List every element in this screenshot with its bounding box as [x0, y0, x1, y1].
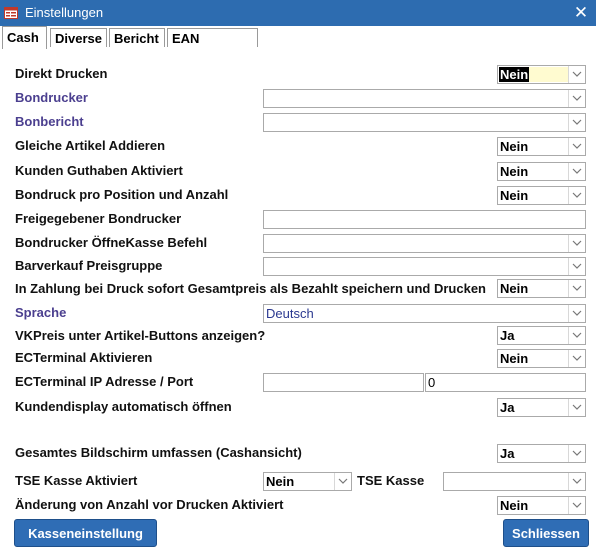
zahlung-value: Nein	[500, 281, 529, 296]
kundendisplay-label: Kundendisplay automatisch öffnen	[15, 399, 232, 414]
kundendisplay-value: Ja	[500, 400, 515, 415]
oeffne-kasse-combo[interactable]	[263, 234, 586, 253]
anzahl-label: Änderung von Anzahl vor Drucken Aktivier…	[15, 497, 284, 512]
oeffne-kasse-label: Bondrucker ÖffneKasse Befehl	[15, 235, 208, 250]
chevron-down-icon[interactable]	[568, 187, 585, 204]
bildschirm-combo[interactable]: Ja	[497, 444, 586, 463]
tse-label: TSE Kasse Aktiviert	[15, 473, 138, 488]
chevron-down-icon[interactable]	[568, 350, 585, 367]
chevron-down-icon[interactable]	[568, 138, 585, 155]
bildschirm-value: Ja	[500, 446, 515, 461]
bildschirm-label: Gesamtes Bildschirm umfassen (Cashansich…	[15, 445, 302, 460]
sprache-label[interactable]: Sprache	[15, 305, 66, 320]
close-icon[interactable]: ✕	[566, 0, 596, 26]
cash-panel: Direkt Drucken Nein Bondrucker Bonberich…	[0, 48, 596, 553]
bondrucker-combo[interactable]	[263, 89, 586, 108]
tse-kasse-combo[interactable]	[443, 472, 586, 491]
app-form-icon	[4, 6, 18, 19]
gleiche-artikel-value: Nein	[500, 139, 529, 154]
zahlung-combo[interactable]: Nein	[497, 279, 586, 298]
kundendisplay-combo[interactable]: Ja	[497, 398, 586, 417]
chevron-down-icon[interactable]	[568, 305, 585, 322]
tab-bericht[interactable]: Bericht	[109, 28, 165, 47]
vkpreis-combo[interactable]: Ja	[497, 326, 586, 345]
kunden-guthaben-combo[interactable]: Nein	[497, 162, 586, 181]
tse-value: Nein	[266, 474, 295, 489]
gleiche-artikel-label: Gleiche Artikel Addieren	[15, 138, 166, 153]
anzahl-combo[interactable]: Nein	[497, 496, 586, 515]
ecterminal-value: Nein	[500, 351, 529, 366]
chevron-down-icon[interactable]	[334, 473, 351, 490]
zahlung-label: In Zahlung bei Druck sofort Gesamtpreis …	[15, 281, 486, 296]
sprache-combo[interactable]: Deutsch	[263, 304, 586, 323]
tse-combo[interactable]: Nein	[263, 472, 352, 491]
chevron-down-icon[interactable]	[568, 473, 585, 490]
chevron-down-icon[interactable]	[568, 445, 585, 462]
bondruck-pos-combo[interactable]: Nein	[497, 186, 586, 205]
kasseneinstellung-button[interactable]: Kasseneinstellung	[14, 519, 157, 547]
bondruck-pos-value: Nein	[500, 188, 529, 203]
vkpreis-value: Ja	[500, 328, 515, 343]
vkpreis-label: VKPreis unter Artikel-Buttons anzeigen?	[15, 328, 266, 343]
freigegebener-label: Freigegebener Bondrucker	[15, 211, 182, 226]
chevron-down-icon[interactable]	[568, 66, 585, 83]
sprache-value: Deutsch	[266, 306, 314, 321]
kunden-guthaben-label: Kunden Guthaben Aktiviert	[15, 163, 183, 178]
chevron-down-icon[interactable]	[568, 327, 585, 344]
anzahl-value: Nein	[500, 498, 529, 513]
direkt-drucken-label: Direkt Drucken	[15, 66, 108, 81]
settings-window: Einstellungen ✕ Cash Diverse Bericht EAN…	[0, 0, 596, 553]
bonbericht-combo[interactable]	[263, 113, 586, 132]
direkt-drucken-value: Nein	[499, 67, 530, 82]
chevron-down-icon[interactable]	[568, 399, 585, 416]
chevron-down-icon[interactable]	[568, 258, 585, 275]
chevron-down-icon[interactable]	[568, 163, 585, 180]
tab-strip: Cash Diverse Bericht EAN Formate	[0, 26, 596, 65]
freigegebener-input[interactable]	[263, 210, 586, 229]
ec-ip-input[interactable]	[263, 373, 424, 392]
kunden-guthaben-value: Nein	[500, 164, 529, 179]
schliessen-button[interactable]: Schliessen	[503, 519, 589, 547]
barverkauf-label: Barverkauf Preisgruppe	[15, 258, 163, 273]
bondruck-pos-label: Bondruck pro Position und Anzahl	[15, 187, 229, 202]
chevron-down-icon[interactable]	[568, 90, 585, 107]
ec-port-input[interactable]: 0	[425, 373, 586, 392]
tab-cash[interactable]: Cash	[2, 26, 47, 49]
direkt-drucken-combo[interactable]: Nein	[497, 65, 586, 84]
bonbericht-label[interactable]: Bonbericht	[15, 114, 84, 129]
barverkauf-combo[interactable]	[263, 257, 586, 276]
chevron-down-icon[interactable]	[568, 280, 585, 297]
chevron-down-icon[interactable]	[568, 235, 585, 252]
tab-diverse[interactable]: Diverse	[50, 28, 107, 47]
ecterminal-combo[interactable]: Nein	[497, 349, 586, 368]
window-title: Einstellungen	[25, 5, 104, 20]
tab-ean-formate[interactable]: EAN Formate	[167, 28, 258, 65]
tse-kasse-label: TSE Kasse	[357, 473, 425, 488]
bondrucker-label[interactable]: Bondrucker	[15, 90, 88, 105]
title-bar: Einstellungen ✕	[0, 0, 596, 26]
chevron-down-icon[interactable]	[568, 114, 585, 131]
chevron-down-icon[interactable]	[568, 497, 585, 514]
gleiche-artikel-combo[interactable]: Nein	[497, 137, 586, 156]
ecterminal-label: ECTerminal Aktivieren	[15, 350, 153, 365]
ec-ip-label: ECTerminal IP Adresse / Port	[15, 374, 194, 389]
ec-port-value: 0	[428, 375, 436, 390]
